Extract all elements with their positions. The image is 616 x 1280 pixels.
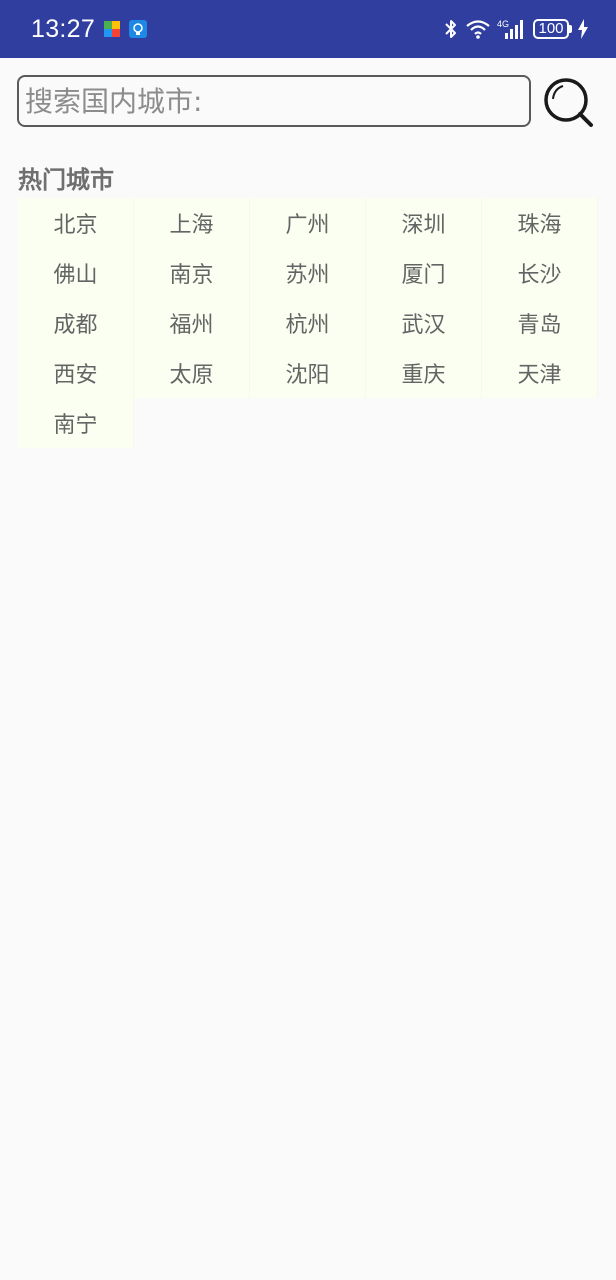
puzzle-app-icon [103,20,121,38]
lightbulb-app-icon [129,20,148,38]
signal-icon: 4G [497,18,527,40]
status-time: 13:27 [31,14,96,43]
search-input[interactable] [17,75,531,127]
city-wuhan[interactable]: 武汉 [366,298,482,348]
city-nanjing[interactable]: 南京 [134,248,250,298]
wifi-icon [465,19,491,39]
city-hangzhou[interactable]: 杭州 [250,298,366,348]
status-bar: 13:27 4G 100 [0,0,616,58]
city-guangzhou[interactable]: 广州 [250,198,366,248]
bluetooth-icon [443,18,459,40]
city-shenzhen[interactable]: 深圳 [366,198,482,248]
city-nanning[interactable]: 南宁 [18,398,134,448]
battery-icon: 100 [533,19,572,39]
search-bar [17,75,597,127]
city-zhuhai[interactable]: 珠海 [482,198,598,248]
charging-icon [578,19,588,39]
hot-cities-title: 热门城市 [18,166,114,194]
city-xiamen[interactable]: 厦门 [366,248,482,298]
city-tianjin[interactable]: 天津 [482,348,598,398]
city-qingdao[interactable]: 青岛 [482,298,598,348]
city-chongqing[interactable]: 重庆 [366,348,482,398]
city-changsha[interactable]: 长沙 [482,248,598,298]
city-shenyang[interactable]: 沈阳 [250,348,366,398]
city-foshan[interactable]: 佛山 [18,248,134,298]
network-type: 4G [497,19,509,29]
battery-level: 100 [533,19,569,39]
city-taiyuan[interactable]: 太原 [134,348,250,398]
search-button[interactable] [541,75,597,131]
city-chengdu[interactable]: 成都 [18,298,134,348]
city-fuzhou[interactable]: 福州 [134,298,250,348]
city-beijing[interactable]: 北京 [18,198,134,248]
city-xian[interactable]: 西安 [18,348,134,398]
city-suzhou[interactable]: 苏州 [250,248,366,298]
magnifier-icon [544,78,593,127]
hot-cities-grid: 北京 上海 广州 深圳 珠海 佛山 南京 苏州 厦门 长沙 成都 福州 杭州 武… [18,198,598,448]
city-shanghai[interactable]: 上海 [134,198,250,248]
